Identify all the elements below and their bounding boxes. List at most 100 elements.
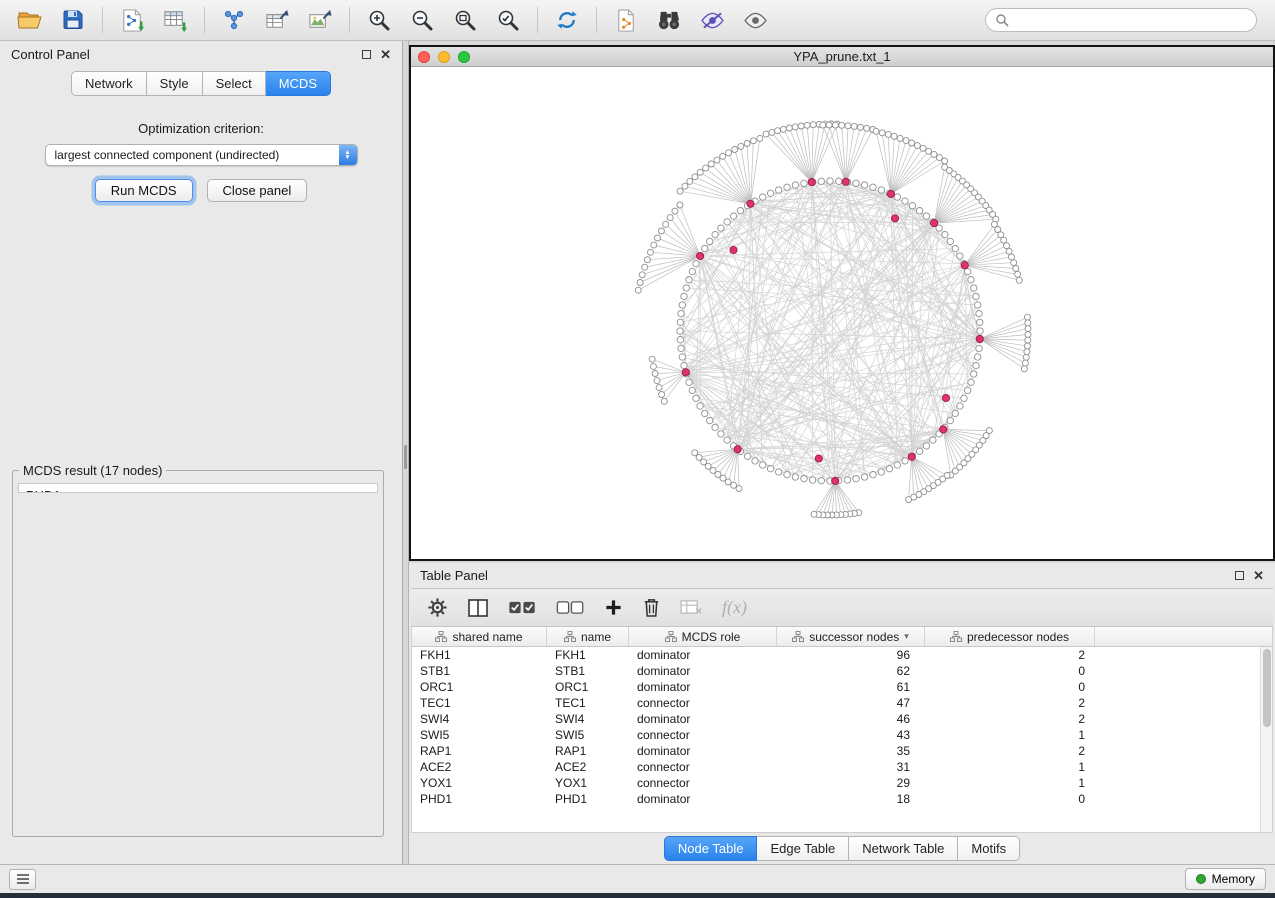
import-network-from-file-button[interactable] [112, 3, 152, 37]
ring-node[interactable] [677, 319, 683, 325]
cell-predecessor-nodes[interactable]: 0 [925, 664, 1095, 678]
ring-node[interactable] [861, 474, 867, 480]
ring-node[interactable] [686, 277, 692, 283]
leaf-node[interactable] [909, 140, 915, 146]
leaf-node[interactable] [906, 497, 912, 503]
ring-node[interactable] [776, 187, 782, 193]
leaf-node[interactable] [1025, 314, 1031, 320]
ring-node[interactable] [952, 245, 958, 251]
leaf-node[interactable] [656, 385, 662, 391]
cell-predecessor-nodes[interactable]: 0 [925, 680, 1095, 694]
leaf-node[interactable] [786, 125, 792, 131]
dominator-node[interactable] [887, 190, 894, 197]
leaf-node[interactable] [873, 128, 879, 134]
dominator-node[interactable] [976, 335, 983, 342]
cell-predecessor-nodes[interactable]: 1 [925, 760, 1095, 774]
ring-node[interactable] [894, 194, 900, 200]
leaf-node[interactable] [738, 143, 744, 149]
cell-mcds-role[interactable]: connector [629, 776, 777, 790]
show-columns-button[interactable] [467, 598, 489, 618]
cell-successor-nodes[interactable]: 46 [777, 712, 925, 726]
leaf-node[interactable] [839, 122, 845, 128]
dominator-node[interactable] [832, 477, 839, 484]
column-header-successor-nodes[interactable]: successor nodes▾ [777, 627, 925, 646]
scrollbar-thumb[interactable] [1263, 649, 1271, 727]
table-tab-node-table[interactable]: Node Table [664, 836, 758, 861]
ring-node[interactable] [712, 424, 718, 430]
ring-node[interactable] [718, 431, 724, 437]
cell-predecessor-nodes[interactable]: 2 [925, 712, 1095, 726]
cell-successor-nodes[interactable]: 47 [777, 696, 925, 710]
leaf-node[interactable] [667, 215, 673, 221]
cell-mcds-role[interactable]: dominator [629, 712, 777, 726]
ring-node[interactable] [809, 477, 815, 483]
tab-style[interactable]: Style [147, 71, 203, 96]
cell-mcds-role[interactable]: connector [629, 728, 777, 742]
table-tab-network-table[interactable]: Network Table [849, 836, 958, 861]
delete-column-button[interactable] [642, 597, 661, 618]
dominator-node[interactable] [942, 394, 949, 401]
tab-select[interactable]: Select [203, 71, 266, 96]
dominator-node[interactable] [961, 262, 968, 269]
leaf-node[interactable] [1025, 326, 1031, 332]
mcds-result-list[interactable]: PHD1CAR1STP4TID3YOX1SWI4SRD1PMA2FKH1ACE2… [18, 483, 378, 493]
cell-predecessor-nodes[interactable]: 0 [925, 792, 1095, 806]
leaf-node[interactable] [720, 153, 726, 159]
ring-node[interactable] [724, 219, 730, 225]
ring-node[interactable] [679, 302, 685, 308]
ring-node[interactable] [792, 474, 798, 480]
ring-node[interactable] [947, 417, 953, 423]
export-image-button[interactable] [300, 3, 340, 37]
criterion-select[interactable]: largest connected component (undirected)… [45, 144, 358, 166]
ring-node[interactable] [923, 213, 929, 219]
ring-node[interactable] [678, 345, 684, 351]
float-table-panel-icon[interactable] [1235, 571, 1244, 580]
dominator-node[interactable] [908, 453, 915, 460]
ring-node[interactable] [973, 362, 979, 368]
leaf-node[interactable] [832, 122, 838, 128]
leaf-node[interactable] [672, 208, 678, 214]
leaf-node[interactable] [651, 363, 657, 369]
table-row[interactable]: TEC1TEC1connector472 [412, 695, 1272, 711]
leaf-node[interactable] [775, 128, 781, 134]
cell-name[interactable]: TEC1 [547, 696, 629, 710]
table-row[interactable]: FKH1FKH1dominator962 [412, 647, 1272, 663]
cell-name[interactable]: RAP1 [547, 744, 629, 758]
network-graph[interactable] [411, 67, 1273, 559]
leaf-node[interactable] [652, 371, 658, 377]
ring-node[interactable] [870, 472, 876, 478]
cell-predecessor-nodes[interactable]: 2 [925, 744, 1095, 758]
ring-node[interactable] [744, 453, 750, 459]
cell-successor-nodes[interactable]: 96 [777, 648, 925, 662]
new-network-button[interactable] [214, 3, 254, 37]
dominator-node[interactable] [842, 178, 849, 185]
leaf-node[interactable] [792, 124, 798, 130]
ring-node[interactable] [801, 476, 807, 482]
leaf-node[interactable] [780, 126, 786, 132]
table-row[interactable]: PHD1PHD1dominator180 [412, 791, 1272, 807]
leaf-node[interactable] [769, 129, 775, 135]
leaf-node[interactable] [1015, 271, 1021, 277]
leaf-node[interactable] [726, 150, 732, 156]
ring-node[interactable] [977, 328, 983, 334]
ring-node[interactable] [760, 194, 766, 200]
cell-mcds-role[interactable]: dominator [629, 648, 777, 662]
ring-node[interactable] [683, 285, 689, 291]
ring-node[interactable] [707, 238, 713, 244]
leaf-node[interactable] [804, 122, 810, 128]
ring-node[interactable] [844, 477, 850, 483]
column-header-name[interactable]: name [547, 627, 629, 646]
cell-predecessor-nodes[interactable]: 1 [925, 776, 1095, 790]
leaf-node[interactable] [639, 272, 645, 278]
leaf-node[interactable] [697, 169, 703, 175]
leaf-node[interactable] [1001, 237, 1007, 243]
cell-shared-name[interactable]: TEC1 [412, 696, 547, 710]
leaf-node[interactable] [820, 122, 826, 128]
dominator-node[interactable] [815, 455, 822, 462]
leaf-node[interactable] [714, 157, 720, 163]
leaf-node[interactable] [1024, 343, 1030, 349]
cell-shared-name[interactable]: ORC1 [412, 680, 547, 694]
ring-node[interactable] [724, 437, 730, 443]
leaf-node[interactable] [725, 479, 731, 485]
deselect-all-button[interactable] [556, 600, 585, 615]
